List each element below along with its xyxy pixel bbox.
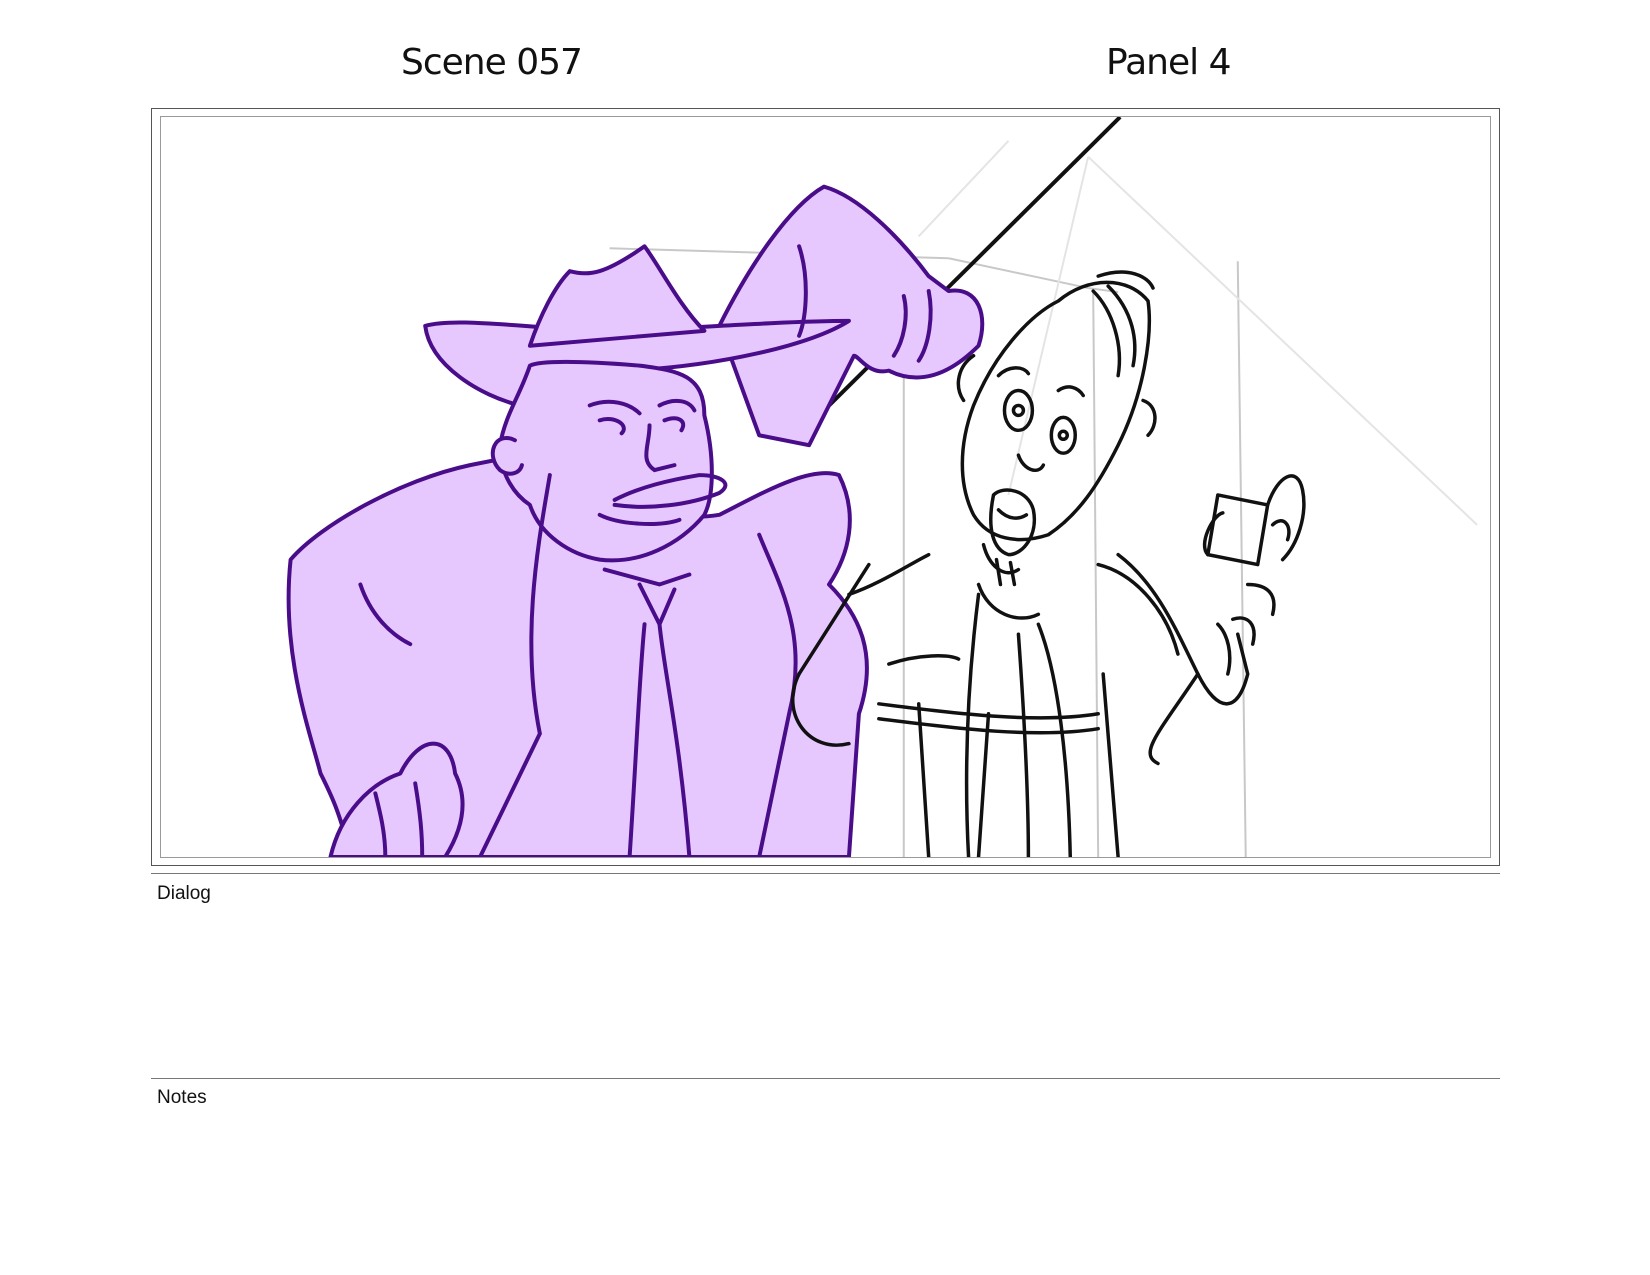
dialog-label: Dialog — [157, 883, 211, 904]
panel-number: Panel 4 — [1106, 42, 1231, 83]
storyboard-sketch — [286, 117, 1478, 857]
notes-divider — [151, 1078, 1500, 1079]
dialog-text-area[interactable] — [151, 910, 1500, 1070]
notes-text-area[interactable] — [151, 1114, 1500, 1264]
dialog-divider — [151, 873, 1500, 874]
storyboard-panel-frame — [151, 108, 1500, 866]
scene-number: Scene 057 — [401, 42, 583, 83]
storyboard-panel-image[interactable] — [160, 116, 1491, 858]
notes-label: Notes — [157, 1087, 207, 1108]
